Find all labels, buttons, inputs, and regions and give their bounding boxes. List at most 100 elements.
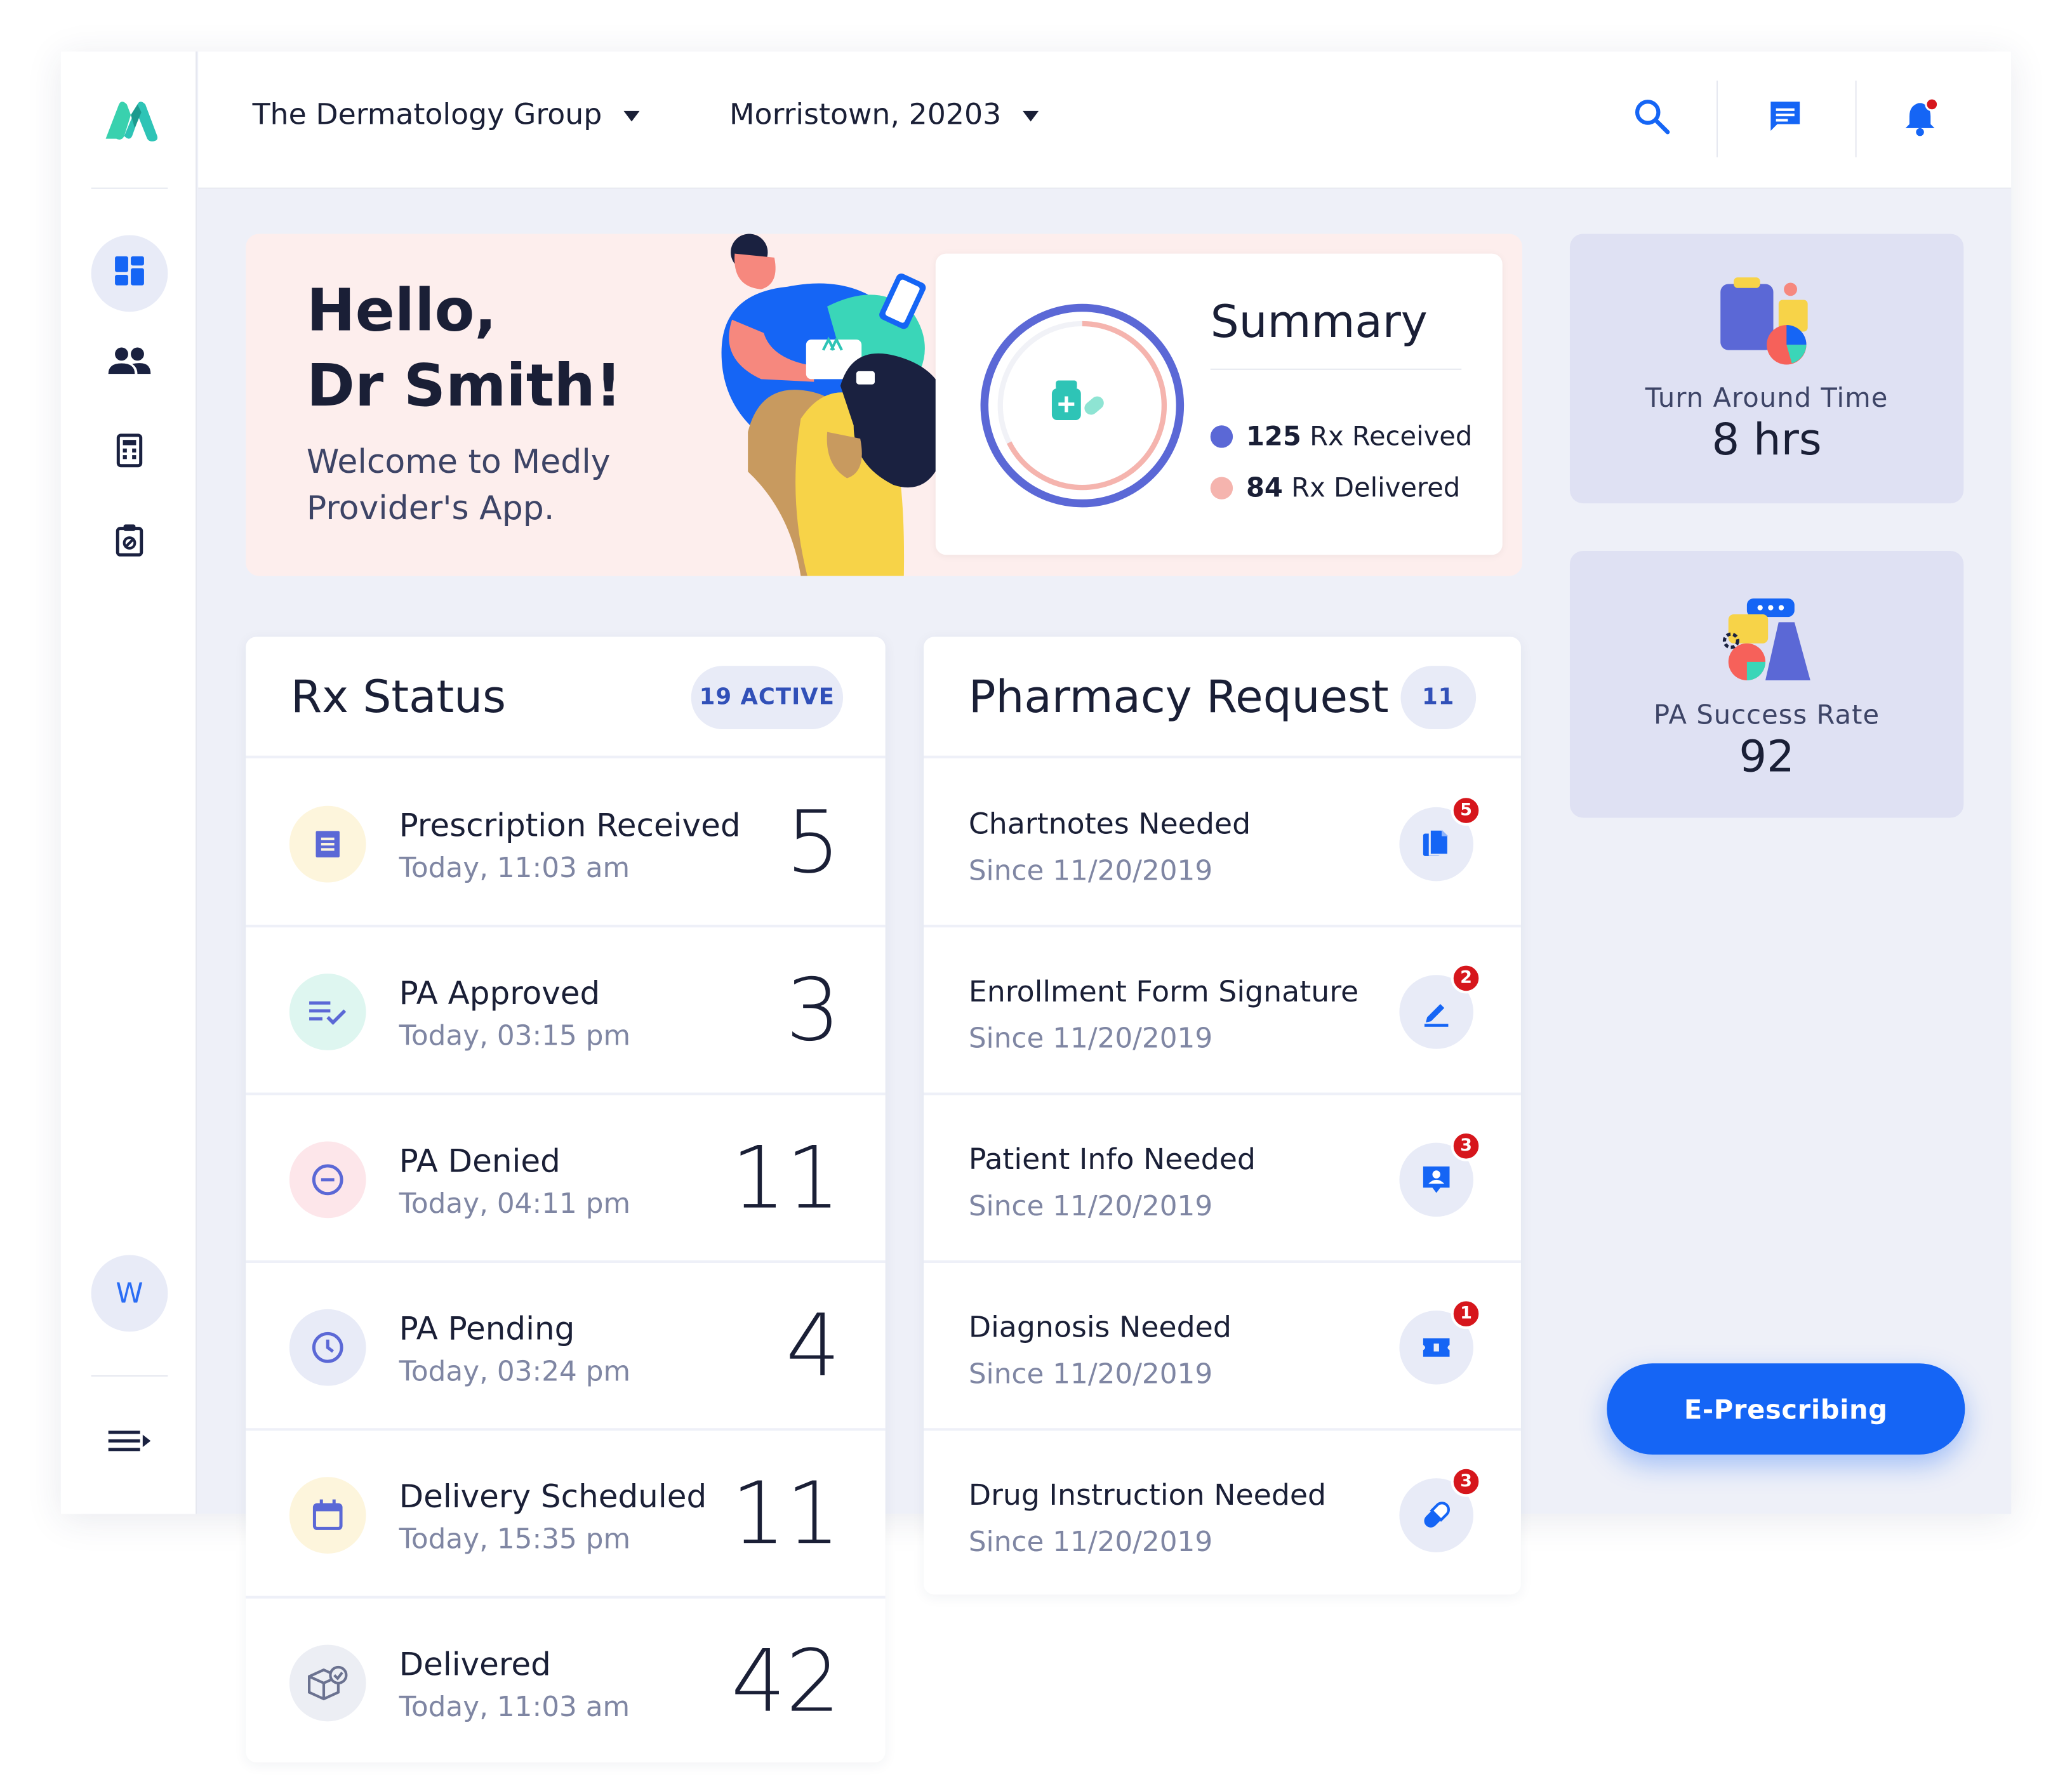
clock-icon (289, 1309, 366, 1386)
pharmacy-row-since: Since 11/20/2019 (968, 1358, 1213, 1390)
menu-collapse-button[interactable] (91, 1406, 168, 1483)
greeting-line-1: Hello, (306, 277, 497, 345)
contact-icon[interactable]: 3 (1399, 1130, 1482, 1217)
received-label: Rx Received (1310, 420, 1473, 452)
package-check-icon (289, 1644, 366, 1722)
rx-row-pa-pending[interactable]: PA Pending Today, 03:24 pm 4 (246, 1263, 886, 1431)
greeting: Hello, Dr Smith! (307, 274, 622, 424)
people-icon (107, 345, 152, 381)
search-icon (1633, 98, 1670, 140)
pharmacy-row-title: Drug Instruction Needed (968, 1479, 1327, 1513)
rx-row-time: Today, 04:11 pm (399, 1187, 631, 1220)
welcome-line-1: Welcome to Medly (306, 442, 611, 481)
pa-success-label: PA Success Rate (1654, 699, 1880, 731)
rx-row-title: PA Denied (399, 1142, 561, 1180)
pharmacy-row-chartnotes[interactable]: Chartnotes Needed Since 11/20/2019 5 (924, 760, 1521, 928)
rx-row-time: Today, 11:03 am (399, 852, 630, 884)
summary-divider (1210, 368, 1462, 370)
pharmacy-row-patient-info[interactable]: Patient Info Needed Since 11/20/2019 3 (924, 1095, 1521, 1264)
notification-badge: 3 (1451, 1130, 1482, 1161)
practice-dropdown[interactable]: The Dermatology Group (253, 99, 639, 132)
pharmacy-row-since: Since 11/20/2019 (968, 1022, 1213, 1055)
pharmacy-row-title: Diagnosis Needed (968, 1312, 1232, 1345)
summary-donut-chart (980, 303, 1185, 508)
pharmacy-row-title: Enrollment Form Signature (968, 976, 1359, 1010)
rx-status-header: Rx Status 19 ACTIVE (246, 637, 886, 758)
rx-row-title: PA Pending (399, 1310, 575, 1348)
pharmacy-row-drug-instruction[interactable]: Drug Instruction Needed Since 11/20/2019… (924, 1431, 1521, 1598)
pharmacy-request-panel: Pharmacy Request 11 Chartnotes Needed Si… (924, 637, 1521, 1595)
rx-row-count: 3 (785, 961, 840, 1061)
rx-row-time: Today, 11:03 am (399, 1691, 630, 1723)
pills-icon (1051, 380, 1104, 420)
topbar-divider (1855, 80, 1857, 157)
rx-status-panel: Rx Status 19 ACTIVE Prescription Receive… (246, 637, 886, 1762)
rx-row-delivered[interactable]: Delivered Today, 11:03 am 42 (246, 1599, 885, 1766)
rx-row-title: Delivered (399, 1646, 551, 1683)
calendar-icon (289, 1477, 366, 1554)
rx-row-title: Delivery Scheduled (399, 1478, 707, 1516)
chevron-down-icon (1022, 110, 1039, 121)
menu-collapse-icon (107, 1428, 152, 1460)
pharmacy-row-diagnosis[interactable]: Diagnosis Needed Since 11/20/2019 1 (924, 1263, 1521, 1431)
minus-circle-icon (289, 1141, 366, 1219)
notification-badge: 5 (1451, 795, 1482, 826)
pharmacy-row-since: Since 11/20/2019 (968, 854, 1213, 887)
welcome-banner: Hello, Dr Smith! Welcome to Medly Provid… (246, 234, 1523, 576)
rx-row-prescription-received[interactable]: Prescription Received Today, 11:03 am 5 (246, 760, 886, 928)
pharmacy-row-title: Patient Info Needed (968, 1144, 1256, 1177)
rx-row-count: 11 (731, 1465, 840, 1564)
summary-title: Summary (1210, 296, 1428, 349)
ticket-icon[interactable]: 1 (1399, 1298, 1482, 1385)
location-dropdown[interactable]: Morristown, 20203 (729, 99, 1039, 132)
rx-row-title: Prescription Received (399, 807, 741, 845)
nav-calculator[interactable] (91, 415, 168, 492)
pharmacy-row-title: Chartnotes Needed (968, 808, 1251, 842)
rx-row-pa-denied[interactable]: PA Denied Today, 04:11 pm 11 (246, 1095, 886, 1264)
pen-icon[interactable]: 2 (1399, 963, 1482, 1049)
nav-patients[interactable] (91, 325, 168, 402)
rx-row-pa-approved[interactable]: PA Approved Today, 03:15 pm 3 (246, 927, 886, 1095)
clipboard-chart-icon (1720, 277, 1808, 365)
e-prescribing-button[interactable]: E-Prescribing (1607, 1363, 1965, 1455)
sidebar: W (60, 51, 197, 1514)
practice-name: The Dermatology Group (252, 99, 602, 133)
notification-badge: 1 (1451, 1298, 1482, 1330)
avatar[interactable]: W (91, 1255, 168, 1332)
rx-row-delivery-scheduled[interactable]: Delivery Scheduled Today, 15:35 pm 11 (246, 1431, 886, 1599)
chevron-down-icon (623, 110, 639, 121)
turnaround-value: 8 hrs (1711, 413, 1822, 465)
received-legend-dot (1210, 425, 1233, 447)
greeting-line-2: Dr Smith! (306, 352, 622, 420)
delivered-legend-dot (1210, 476, 1233, 499)
welcome-line-2: Provider's App. (306, 489, 555, 527)
rx-row-time: Today, 15:35 pm (399, 1523, 631, 1556)
pharmacy-row-enrollment[interactable]: Enrollment Form Signature Since 11/20/20… (924, 927, 1521, 1095)
lab-chart-icon (1722, 598, 1810, 681)
nav-clipboard[interactable] (91, 505, 168, 581)
topbar-divider (1716, 80, 1718, 157)
medly-logo[interactable] (102, 96, 160, 144)
notifications-button[interactable] (1900, 96, 1942, 142)
bell-icon (1901, 96, 1941, 142)
top-bar: The Dermatology Group Morristown, 20203 (198, 51, 2012, 189)
turnaround-card[interactable]: Turn Around Time 8 hrs (1569, 234, 1964, 504)
nav-dashboard[interactable] (91, 235, 168, 312)
received-count: 125 (1245, 420, 1301, 452)
search-button[interactable] (1631, 96, 1673, 142)
summary-card: Summary 125 Rx Received 84 Rx Delivered (935, 253, 1503, 555)
summary-received: 125 Rx Received (1210, 420, 1473, 452)
rx-row-count: 4 (785, 1297, 840, 1397)
pill-icon[interactable]: 3 (1399, 1466, 1482, 1552)
pharmacy-row-since: Since 11/20/2019 (968, 1190, 1213, 1222)
clipboard-icon (115, 523, 144, 562)
documents-icon[interactable]: 5 (1399, 795, 1482, 882)
messages-button[interactable] (1764, 96, 1807, 142)
welcome-text: Welcome to Medly Provider's App. (307, 439, 611, 531)
notification-badge: 3 (1451, 1466, 1482, 1497)
notification-badge: 2 (1451, 963, 1482, 994)
pharmacy-request-title: Pharmacy Request (968, 671, 1389, 724)
rx-row-time: Today, 03:24 pm (399, 1355, 631, 1387)
pharmacy-request-header: Pharmacy Request 11 (924, 637, 1521, 758)
pa-success-card[interactable]: PA Success Rate 92 (1569, 551, 1964, 818)
